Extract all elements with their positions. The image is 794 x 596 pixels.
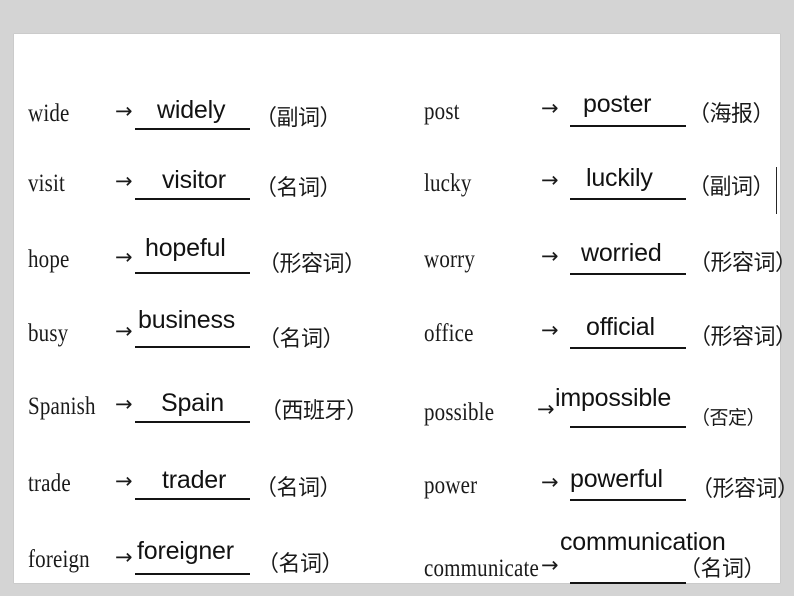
annotation-label: （否定） xyxy=(691,407,766,429)
word-form-row: communicate → communication （名词） xyxy=(400,524,780,596)
answer-word[interactable]: official xyxy=(586,313,655,342)
answer-blank-line[interactable] xyxy=(570,273,686,275)
arrow-icon: → xyxy=(115,169,133,193)
answer-word[interactable]: visitor xyxy=(162,166,226,195)
answer-word[interactable]: powerful xyxy=(570,465,663,494)
arrow-icon: → xyxy=(115,545,133,569)
annotation-label: （副词） xyxy=(688,175,775,200)
source-word: power xyxy=(424,472,478,499)
word-form-row: worry → worried （形容词） xyxy=(400,226,794,298)
annotation-label: （名词） xyxy=(679,557,766,582)
slide-canvas: wide → widely （副词） visit → visitor （名词） … xyxy=(14,34,794,584)
answer-word[interactable]: foreigner xyxy=(137,537,234,566)
arrow-icon: → xyxy=(541,553,559,577)
answer-word[interactable]: Spain xyxy=(161,389,224,418)
answer-word[interactable]: widely xyxy=(157,96,225,125)
arrow-icon: → xyxy=(115,245,133,269)
source-word: lucky xyxy=(424,170,472,197)
arrow-icon: → xyxy=(115,319,133,343)
word-form-row: wide → widely （副词） xyxy=(14,82,404,154)
answer-word[interactable]: business xyxy=(138,306,235,335)
annotation-label: （形容词） xyxy=(258,252,366,277)
answer-word[interactable]: worried xyxy=(581,239,662,268)
word-form-row: foreign → foreigner （名词） xyxy=(14,524,404,596)
answer-blank-line[interactable] xyxy=(135,573,250,575)
answer-word[interactable]: trader xyxy=(162,466,226,495)
word-form-row: office → official （形容词） xyxy=(400,299,794,371)
word-form-row: trade → trader （名词） xyxy=(14,452,404,524)
annotation-label: （海报） xyxy=(688,102,775,127)
annotation-label: （形容词） xyxy=(691,477,794,502)
arrow-icon: → xyxy=(541,244,559,268)
word-form-row: post → poster （海报） xyxy=(400,82,780,154)
answer-word[interactable]: luckily xyxy=(586,164,653,193)
annotation-label: （副词） xyxy=(255,106,342,131)
arrow-icon: → xyxy=(115,392,133,416)
source-word: busy xyxy=(28,320,69,347)
annotation-label: （名词） xyxy=(257,552,344,577)
annotation-label: （西班牙） xyxy=(260,399,368,424)
source-word: hope xyxy=(28,246,70,273)
word-form-column-left: wide → widely （副词） visit → visitor （名词） … xyxy=(14,34,404,583)
word-form-row: visit → visitor （名词） xyxy=(14,152,404,224)
source-word: office xyxy=(424,320,474,347)
arrow-icon: → xyxy=(115,99,133,123)
arrow-icon: → xyxy=(541,96,559,120)
arrow-icon: → xyxy=(541,470,559,494)
answer-word[interactable]: hopeful xyxy=(145,234,226,263)
answer-blank-line[interactable] xyxy=(135,346,250,348)
word-form-row: busy → business （名词） xyxy=(14,299,404,371)
source-word: Spanish xyxy=(28,393,96,420)
answer-blank-line[interactable] xyxy=(135,128,250,130)
word-form-row: lucky → luckily （副词） xyxy=(400,152,780,224)
word-form-row: Spanish → Spain （西班牙） xyxy=(14,374,404,446)
source-word: communicate xyxy=(424,555,539,582)
source-word: post xyxy=(424,98,460,125)
source-word: foreign xyxy=(28,546,90,573)
source-word: wide xyxy=(28,100,70,127)
word-form-row: possible → impossible （否定） xyxy=(400,374,780,446)
arrow-icon: → xyxy=(537,397,555,421)
word-form-column-right: post → poster （海报） lucky → luckily （副词） … xyxy=(400,34,794,584)
answer-blank-line[interactable] xyxy=(570,347,686,349)
word-form-row: power → powerful （形容词） xyxy=(400,452,794,524)
source-word: worry xyxy=(424,246,476,273)
arrow-icon: → xyxy=(541,318,559,342)
word-form-row: hope → hopeful （形容词） xyxy=(14,226,404,298)
answer-blank-line[interactable] xyxy=(135,198,250,200)
answer-blank-line[interactable] xyxy=(135,272,250,274)
answer-word[interactable]: impossible xyxy=(555,384,671,413)
annotation-label: （形容词） xyxy=(689,325,794,350)
annotation-label: （名词） xyxy=(258,327,345,352)
source-word: visit xyxy=(28,170,66,197)
source-word: trade xyxy=(28,470,71,497)
answer-blank-line[interactable] xyxy=(570,582,686,584)
answer-word[interactable]: poster xyxy=(583,90,651,119)
text-cursor xyxy=(776,167,777,214)
source-word: possible xyxy=(424,399,495,426)
arrow-icon: → xyxy=(541,168,559,192)
answer-blank-line[interactable] xyxy=(135,421,250,423)
arrow-icon: → xyxy=(115,469,133,493)
answer-blank-line[interactable] xyxy=(570,426,686,428)
answer-blank-line[interactable] xyxy=(135,498,250,500)
annotation-label: （名词） xyxy=(255,176,342,201)
answer-blank-line[interactable] xyxy=(570,125,686,127)
answer-blank-line[interactable] xyxy=(570,499,686,501)
annotation-label: （形容词） xyxy=(689,251,794,276)
annotation-label: （名词） xyxy=(255,476,342,501)
answer-blank-line[interactable] xyxy=(570,198,686,200)
